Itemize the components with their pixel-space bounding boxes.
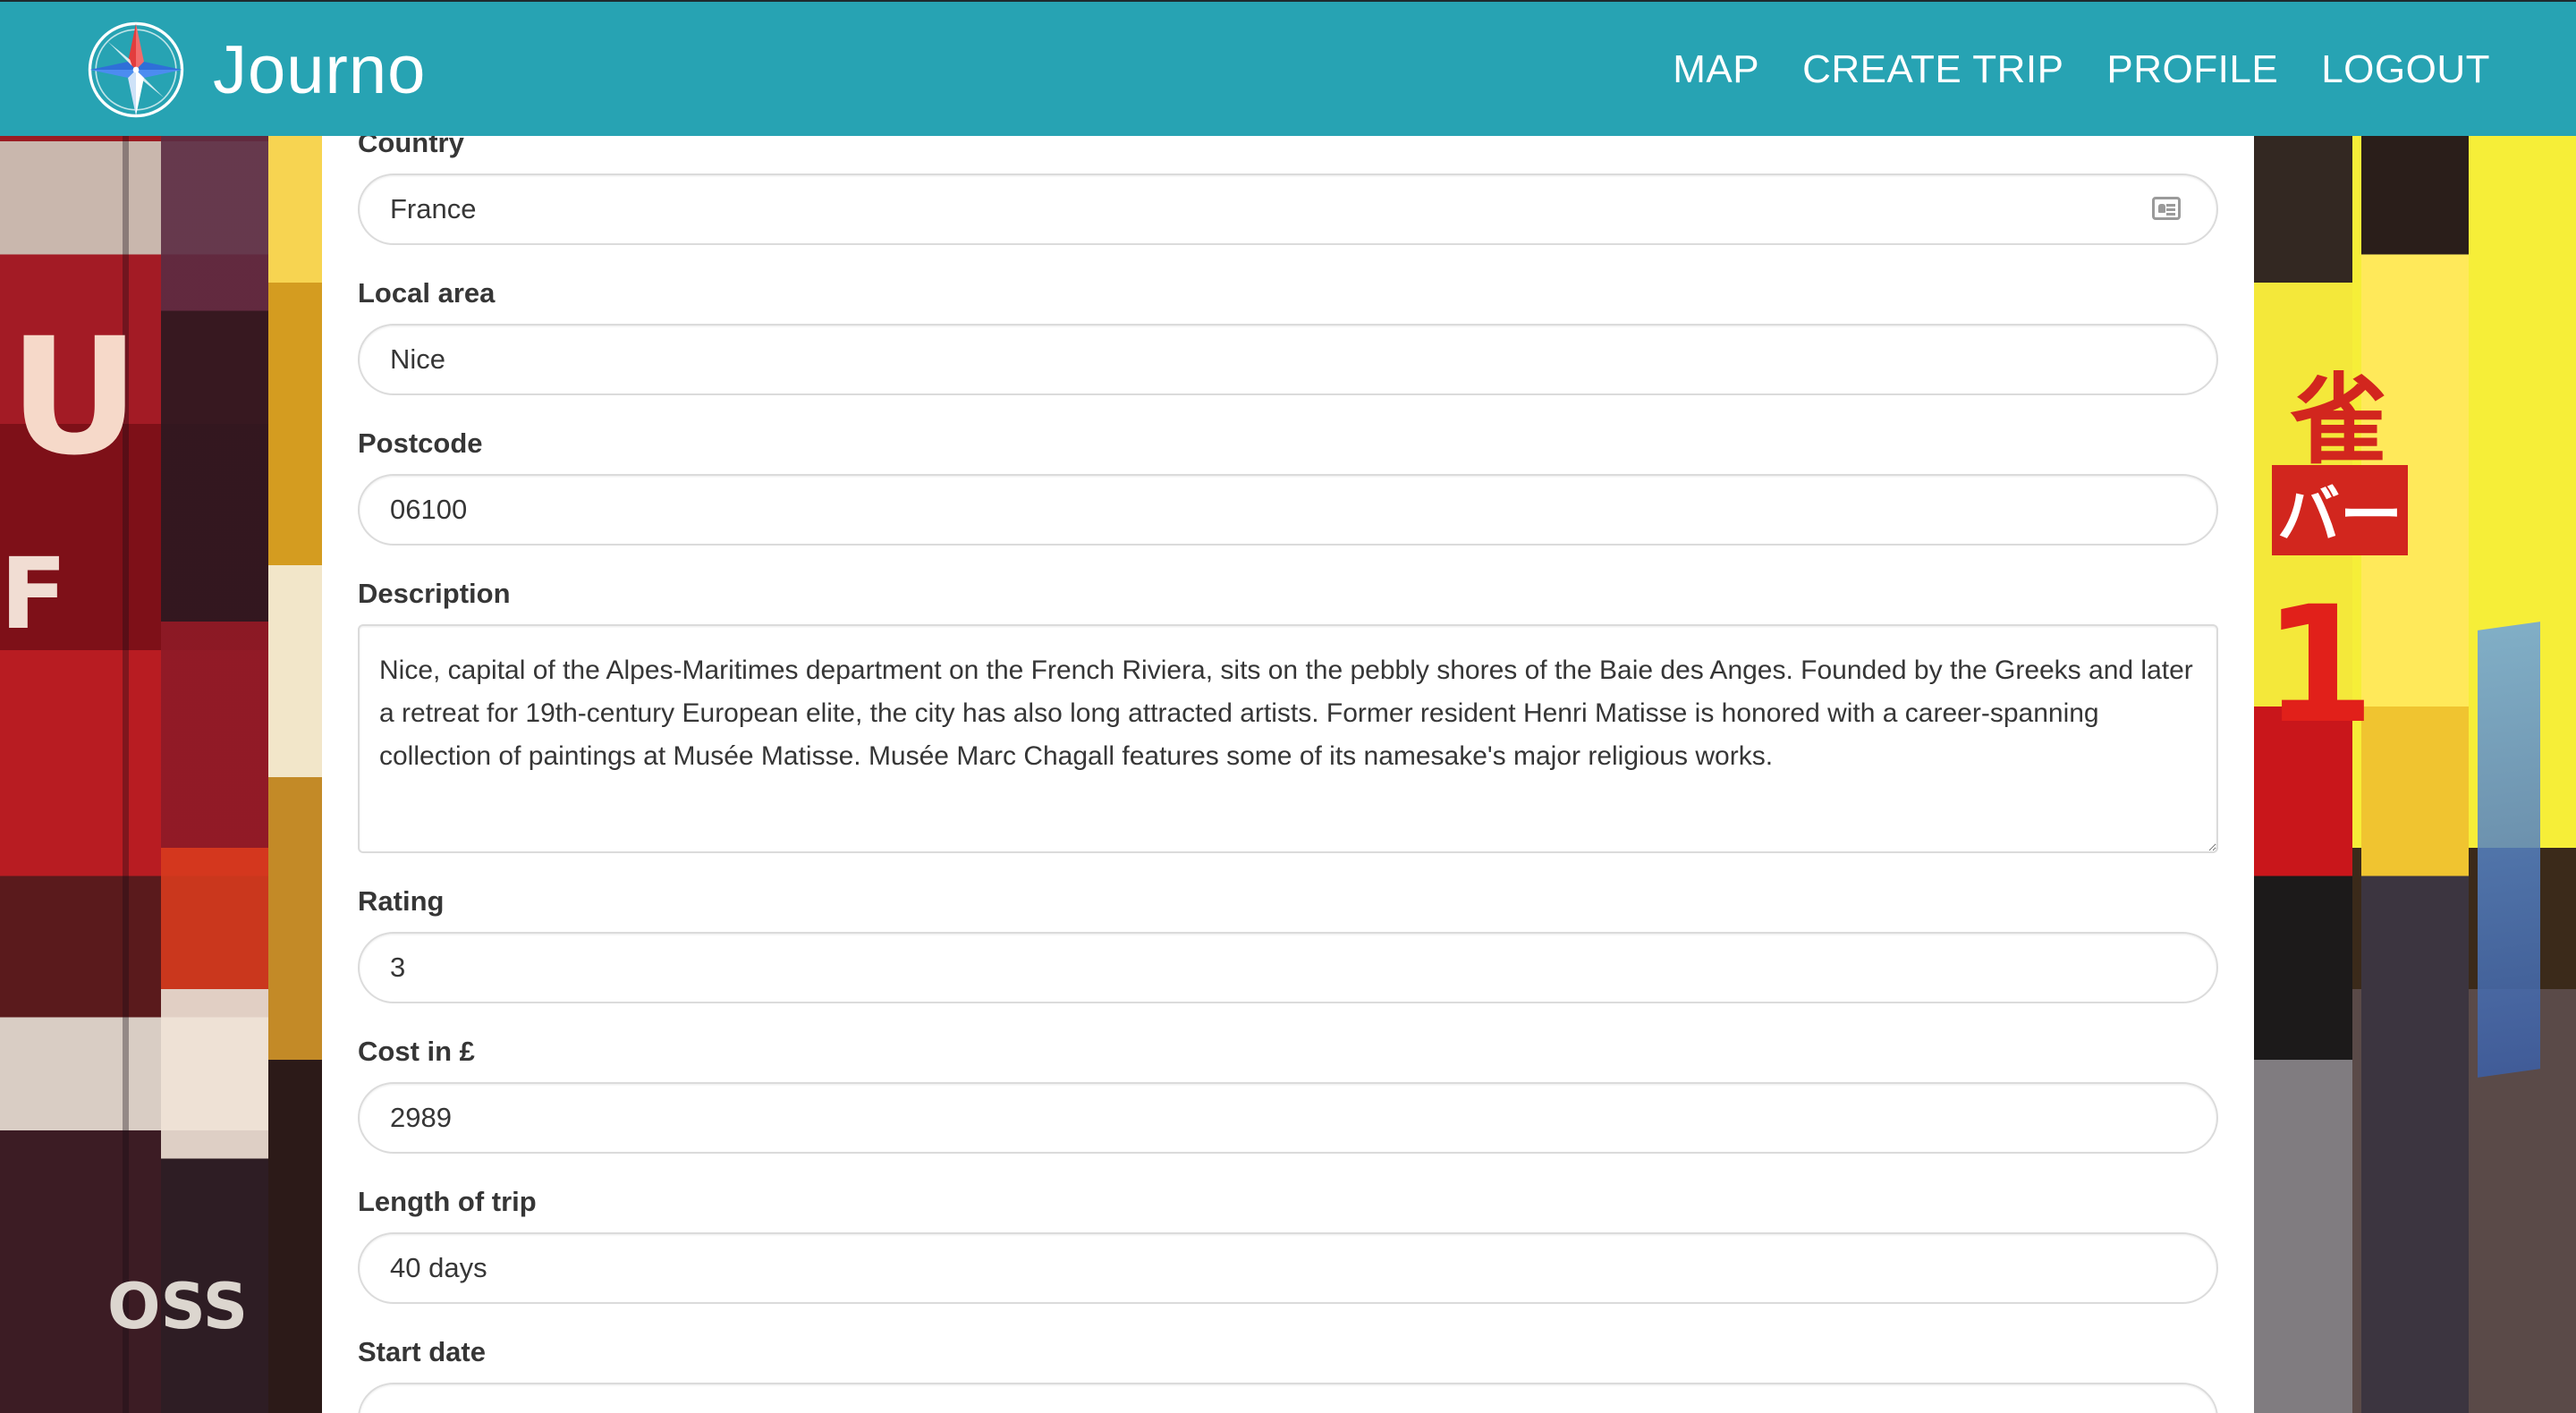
local-area-field: Local area: [358, 277, 2218, 395]
description-textarea[interactable]: Nice, capital of the Alpes-Maritimes dep…: [358, 624, 2218, 853]
country-input[interactable]: [358, 173, 2218, 245]
local-area-input[interactable]: [358, 324, 2218, 395]
start-date-label: Start date: [358, 1336, 486, 1367]
main-nav: MAP CREATE TRIP PROFILE LOGOUT: [1630, 2, 2490, 138]
description-field: Description Nice, capital of the Alpes-M…: [358, 578, 2218, 853]
postcode-field: Postcode: [358, 427, 2218, 546]
top-navbar: Journo MAP CREATE TRIP PROFILE LOGOUT: [0, 0, 2576, 136]
nav-link-create-trip[interactable]: CREATE TRIP: [1802, 47, 2063, 92]
nav-link-map[interactable]: MAP: [1673, 47, 1759, 92]
trip-form-panel: Country Local area Postcode Description …: [322, 127, 2254, 1413]
rating-label: Rating: [358, 885, 445, 917]
length-input[interactable]: [358, 1232, 2218, 1304]
brand[interactable]: Journo: [86, 18, 426, 122]
start-date-field: Start date: [358, 1336, 2218, 1413]
local-area-label: Local area: [358, 277, 496, 309]
postcode-input[interactable]: [358, 474, 2218, 546]
cost-field: Cost in £: [358, 1036, 2218, 1154]
app-title: Journo: [213, 31, 427, 108]
cost-label: Cost in £: [358, 1036, 475, 1067]
postcode-label: Postcode: [358, 427, 483, 459]
length-label: Length of trip: [358, 1186, 537, 1217]
rating-field: Rating: [358, 885, 2218, 1003]
description-label: Description: [358, 578, 511, 609]
nav-link-profile[interactable]: PROFILE: [2106, 47, 2278, 92]
cost-input[interactable]: [358, 1082, 2218, 1154]
start-date-input[interactable]: [358, 1383, 2218, 1413]
nav-link-logout[interactable]: LOGOUT: [2321, 47, 2490, 92]
rating-input[interactable]: [358, 932, 2218, 1003]
contact-card-icon: [2152, 197, 2181, 220]
compass-rose-icon: [88, 21, 184, 118]
length-field: Length of trip: [358, 1186, 2218, 1304]
